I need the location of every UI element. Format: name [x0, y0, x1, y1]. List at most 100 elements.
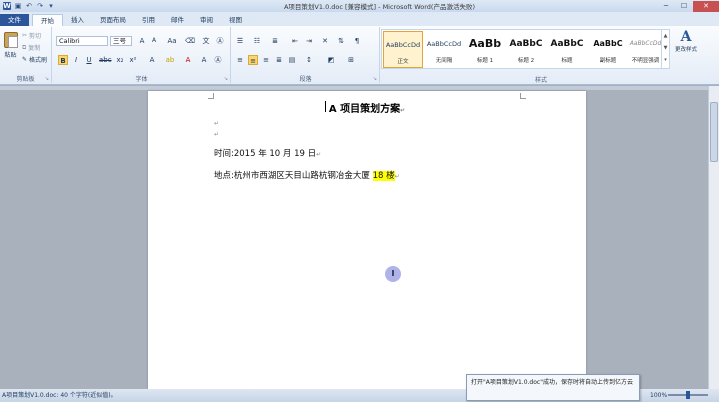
style-subtitle[interactable]: AaBbC 副标题 — [588, 31, 628, 68]
bullets-icon[interactable]: ☰ — [235, 36, 245, 46]
borders-icon[interactable]: ⊞ — [346, 55, 356, 65]
style-normal[interactable]: AaBbCcDd 正文 — [383, 31, 423, 68]
paragraph-group-label: 段落 — [299, 76, 312, 83]
copy-icon: ⧉ — [22, 43, 27, 51]
increase-indent-icon[interactable]: ⇥ — [304, 36, 314, 46]
paragraph-mark: ↵ — [400, 107, 406, 114]
copy-button[interactable]: ⧉ 复制 — [22, 43, 41, 53]
paragraph-mark: ↵ — [394, 173, 400, 180]
title-bar: W ▣ ↶ ↷ ▾ A项目策划V1.0.doc [兼容模式] - Microso… — [0, 0, 719, 12]
align-left-icon[interactable]: ≡ — [235, 55, 245, 65]
tab-review[interactable]: 审阅 — [192, 14, 221, 26]
notification-toast[interactable]: 打开"A项目策划V1.0.doc"成功，保存时将自动上传到亿方云 — [466, 374, 640, 401]
chinese-layout-icon[interactable]: ✕ — [320, 36, 330, 46]
style-no-spacing[interactable]: AaBbCcDd 无间隔 — [424, 31, 464, 68]
clear-formatting-icon[interactable]: ⌫ — [185, 36, 195, 46]
justify-icon[interactable]: ≣ — [274, 55, 284, 65]
zoom-level[interactable]: 100% — [650, 389, 667, 402]
superscript-icon[interactable]: x² — [128, 55, 138, 65]
cut-button[interactable]: ✂ 剪切 — [22, 31, 41, 40]
undo-icon[interactable]: ↶ — [25, 2, 33, 10]
maximize-button[interactable]: ☐ — [675, 1, 693, 12]
strikethrough-icon[interactable]: abc — [99, 55, 112, 65]
character-shading-icon[interactable]: A — [199, 55, 209, 65]
change-case-icon[interactable]: Aa — [167, 36, 177, 46]
customize-qat-icon[interactable]: ▾ — [47, 2, 55, 10]
font-group-label: 字体 — [135, 76, 148, 83]
numbering-icon[interactable]: ☷ — [252, 36, 262, 46]
vertical-scrollbar[interactable] — [708, 86, 719, 389]
align-center-icon[interactable]: ≡ — [248, 55, 258, 65]
phonetic-guide-icon[interactable]: 文 — [201, 36, 211, 46]
tab-home[interactable]: 开始 — [32, 14, 63, 26]
style-name: 标题 — [561, 58, 573, 64]
italic-icon[interactable]: I — [71, 55, 81, 65]
multilevel-list-icon[interactable]: ≣ — [270, 36, 280, 46]
shading-icon[interactable]: ◩ — [326, 55, 336, 65]
paragraph-launcher-icon[interactable]: ↘ — [373, 76, 377, 82]
styles-gallery: AaBbCcDd 正文 AaBbCcDd 无间隔 AaBb 标题 1 AaBbC… — [381, 29, 670, 69]
highlighted-text: 18 楼 — [372, 171, 395, 181]
ribbon: 粘贴 ✂ 剪切 ⧉ 复制 ✎ 格式刷 剪贴板 ↘ Calibri 三号 A A Aa … — [0, 26, 719, 85]
paragraph-mark: ↵ — [214, 120, 220, 127]
paste-button[interactable]: 粘贴 — [2, 30, 19, 70]
clipboard-launcher-icon[interactable]: ↘ — [45, 76, 49, 82]
style-name: 无间隔 — [435, 58, 453, 64]
style-sample: AaBb — [468, 37, 502, 50]
save-icon[interactable]: ▣ — [14, 2, 22, 10]
style-sample: AaBbC — [550, 39, 584, 49]
text-effects-icon[interactable]: A — [147, 55, 157, 65]
date-line: 时间:2015 年 10 月 19 日↵ — [214, 147, 321, 159]
font-name-select[interactable]: Calibri — [56, 36, 108, 46]
font-size-select[interactable]: 三号 — [110, 36, 132, 46]
tab-page-layout[interactable]: 页面布局 — [92, 14, 134, 26]
grow-font-icon[interactable]: A — [137, 36, 147, 46]
shrink-font-icon[interactable]: A — [149, 36, 159, 46]
show-marks-icon[interactable]: ¶ — [352, 36, 362, 46]
tab-file[interactable]: 文件 — [0, 14, 29, 26]
subscript-icon[interactable]: x₂ — [115, 55, 125, 65]
cut-label: 剪切 — [29, 33, 42, 40]
highlight-color-icon[interactable]: ab — [165, 55, 175, 65]
bold-icon[interactable]: B — [58, 55, 68, 65]
change-styles-button[interactable]: A 更改样式 — [672, 29, 700, 53]
minimize-button[interactable]: ─ — [657, 1, 675, 12]
decrease-indent-icon[interactable]: ⇤ — [290, 36, 300, 46]
close-button[interactable]: ✕ — [693, 0, 719, 12]
line-spacing-icon[interactable]: ↕ — [304, 55, 314, 65]
scrollbar-thumb[interactable] — [710, 102, 718, 162]
character-border-icon[interactable]: Ⓐ — [213, 55, 223, 65]
style-sample: AaBbCcDd — [385, 41, 421, 49]
tab-view[interactable]: 视图 — [221, 14, 250, 26]
style-name: 标题 2 — [517, 58, 535, 64]
gallery-scroll[interactable]: ▲ ▼ ▾ — [661, 30, 669, 68]
enclosed-character-icon[interactable]: Ⓐ — [215, 36, 225, 46]
font-launcher-icon[interactable]: ↘ — [224, 76, 228, 82]
style-title[interactable]: AaBbC 标题 — [547, 31, 587, 68]
zoom-slider[interactable] — [668, 391, 708, 399]
sort-icon[interactable]: ⇅ — [336, 36, 346, 46]
redo-icon[interactable]: ↷ — [36, 2, 44, 10]
change-styles-label: 更改样式 — [674, 47, 697, 53]
font-color-icon[interactable]: A — [183, 55, 193, 65]
style-heading-2[interactable]: AaBbC 标题 2 — [506, 31, 546, 68]
document-title: A 项目策划方案↵ — [148, 100, 586, 115]
align-right-icon[interactable]: ≡ — [261, 55, 271, 65]
tab-mailings[interactable]: 邮件 — [163, 14, 192, 26]
style-sample: AaBbCcDd — [629, 40, 662, 47]
style-subtle-emphasis[interactable]: AaBbCcDd 不明显强调 — [629, 31, 662, 68]
style-heading-1[interactable]: AaBb 标题 1 — [465, 31, 505, 68]
tab-insert[interactable]: 插入 — [63, 14, 92, 26]
document-page[interactable]: A 项目策划方案↵ ↵ ↵ 时间:2015 年 10 月 19 日↵ 地点:杭州… — [148, 91, 586, 389]
format-painter-button[interactable]: ✎ 格式刷 — [22, 55, 47, 64]
ribbon-tabs: 文件 开始 插入 页面布局 引用 邮件 审阅 视图 — [0, 12, 719, 26]
text-cursor — [325, 101, 326, 112]
status-word-count[interactable]: A项目策划V1.0.doc: 40 个字符(近似值)。 — [2, 389, 117, 402]
tab-references[interactable]: 引用 — [134, 14, 163, 26]
clipboard-group: 粘贴 ✂ 剪切 ⧉ 复制 ✎ 格式刷 剪贴板 ↘ — [0, 27, 52, 83]
distributed-icon[interactable]: ▤ — [287, 55, 297, 65]
margin-corner — [208, 93, 214, 99]
underline-icon[interactable]: U — [84, 55, 94, 65]
copy-label: 复制 — [28, 45, 41, 52]
paragraph-mark: ↵ — [214, 131, 220, 138]
